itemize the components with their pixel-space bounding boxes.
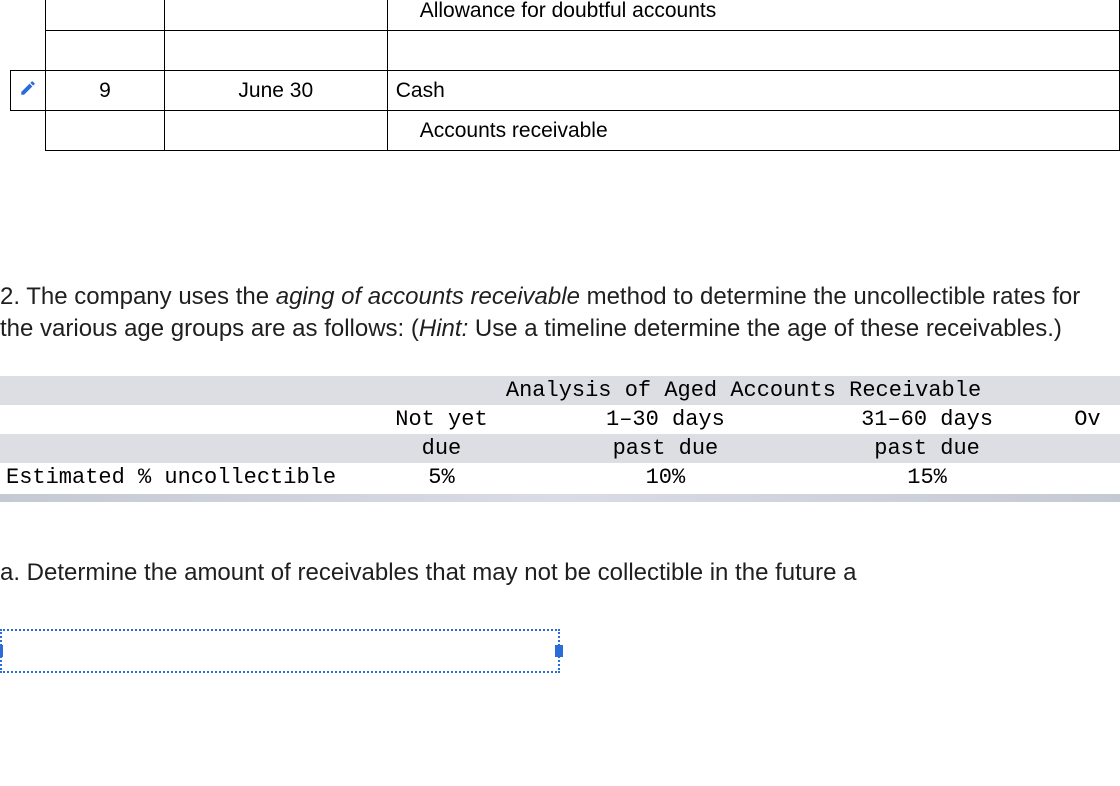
journal-date-cell (164, 0, 387, 31)
resize-handle-left[interactable] (0, 645, 3, 657)
journal-account-cell (387, 31, 1119, 71)
aging-col-1-val: 10% (541, 463, 790, 492)
aging-col-1-h2: past due (541, 434, 790, 463)
aging-col-0-val: 5% (342, 463, 541, 492)
pencil-icon[interactable] (19, 79, 37, 97)
journal-edit-cell (11, 0, 46, 31)
journal-edit-cell[interactable] (11, 71, 46, 111)
journal-number-cell: 9 (46, 71, 165, 111)
journal-edit-cell (11, 111, 46, 151)
journal-account-cell: Allowance for doubtful accounts (387, 0, 1119, 31)
journal-edit-cell (11, 31, 46, 71)
aging-col-2-val: 15% (790, 463, 1064, 492)
journal-date-cell: June 30 (164, 71, 387, 111)
aging-table-wrap: Analysis of Aged Accounts Receivable Not… (0, 376, 1120, 502)
aging-col-2-h2: past due (790, 434, 1064, 463)
q2-prefix: 2. The company uses the (0, 283, 276, 310)
aging-col-3-h2 (1064, 434, 1120, 463)
q2-italic1: aging of accounts receivable (276, 283, 580, 310)
journal-number-cell (46, 31, 165, 71)
journal-account-cell: Cash (387, 71, 1119, 111)
journal-number-cell (46, 0, 165, 31)
journal-account-cell: Accounts receivable (387, 111, 1119, 151)
journal-date-cell (164, 111, 387, 151)
subquestion-a: a. Determine the amount of receivables t… (0, 557, 1120, 589)
journal-table: Allowance for doubtful accounts 9June 30C… (10, 0, 1120, 151)
q2-italic2: Hint: (419, 315, 468, 342)
aging-col-1-h1: 1–30 days (541, 405, 790, 434)
answer-input-box[interactable] (0, 629, 560, 673)
resize-handle-right[interactable] (555, 645, 563, 657)
table-scroll-hint (0, 494, 1120, 502)
q2-mid2: Use a timeline determine the age of thes… (468, 315, 1062, 342)
journal-date-cell (164, 31, 387, 71)
aging-col-3-val (1064, 463, 1120, 492)
question-2-text: 2. The company uses the aging of account… (0, 281, 1120, 346)
aging-row-label: Estimated % uncollectible (0, 463, 342, 492)
aging-col-0-h1: Not yet (342, 405, 541, 434)
aging-col-2-h1: 31–60 days (790, 405, 1064, 434)
journal-number-cell (46, 111, 165, 151)
aging-title: Analysis of Aged Accounts Receivable (342, 376, 1120, 405)
aging-analysis-table: Analysis of Aged Accounts Receivable Not… (0, 376, 1120, 492)
aging-col-3-h1: Ov (1064, 405, 1120, 434)
aging-col-0-h2: due (342, 434, 541, 463)
